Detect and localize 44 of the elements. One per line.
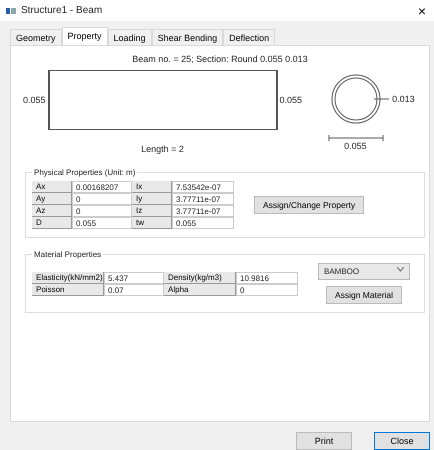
assign-property-button[interactable]: Assign/Change Property (254, 196, 364, 214)
property-label-button[interactable]: Ax (32, 181, 72, 194)
property-label-button[interactable]: Iy (132, 193, 172, 206)
property-label-button[interactable]: tw (132, 217, 172, 230)
property-label-button[interactable]: Poisson (32, 284, 104, 296)
value-field[interactable]: 0.00168207 (72, 181, 132, 194)
group-title: Physical Properties (Unit: m) (33, 168, 136, 178)
length-label: Length = 2 (141, 144, 184, 154)
assign-material-button[interactable]: Assign Material (326, 286, 402, 304)
close-button[interactable]: × (416, 2, 428, 19)
value-field[interactable]: 10.9816 (236, 272, 298, 284)
property-label-button[interactable]: Elasticity(kN/mm2) (32, 272, 104, 284)
dimension-label: 0.055 (23, 95, 46, 106)
window-title: Structure1 - Beam (21, 5, 104, 16)
tab[interactable]: Property (62, 27, 108, 46)
value-field[interactable]: 0.055 (172, 217, 234, 230)
tab[interactable]: Deflection (223, 29, 276, 46)
beam-info: Beam no. = 25; Section: Round 0.055 0.013 (131, 54, 309, 64)
tab[interactable]: Geometry (10, 29, 62, 46)
value-field[interactable]: 7.53542e-07 (172, 181, 234, 194)
value-field[interactable]: 5.437 (104, 272, 164, 284)
property-label-button[interactable]: Density(kg/m3) (164, 272, 236, 284)
tab[interactable]: Loading (108, 29, 152, 46)
dimension-label: 0.013 (392, 94, 415, 104)
property-label-button[interactable]: Ix (132, 181, 172, 194)
value-field[interactable]: 0 (72, 205, 132, 218)
tab[interactable]: Shear Bending (152, 29, 224, 46)
property-label-button[interactable]: Az (32, 205, 72, 218)
value-field[interactable]: 3.77711e-07 (172, 193, 234, 206)
property-label-button[interactable]: Alpha (164, 284, 236, 296)
value-field[interactable]: 0.055 (72, 217, 132, 230)
dimension-label: 0.055 (344, 141, 367, 152)
property-label-button[interactable]: Iz (132, 205, 172, 218)
dialog-button[interactable]: Close (374, 432, 430, 450)
material-dropdown[interactable]: BAMBOO (318, 263, 410, 280)
dimension-label: 0.055 (280, 95, 302, 106)
value-field[interactable]: 0.07 (104, 284, 164, 296)
value-field[interactable]: 0 (72, 193, 132, 206)
value-field[interactable]: 0 (236, 284, 298, 296)
group-title: Material Properties (33, 250, 102, 260)
property-label-button[interactable]: Ay (32, 193, 72, 206)
property-label-button[interactable]: D (32, 217, 72, 230)
dialog-button[interactable]: Print (296, 432, 352, 450)
value-field[interactable]: 3.77711e-07 (172, 205, 234, 218)
